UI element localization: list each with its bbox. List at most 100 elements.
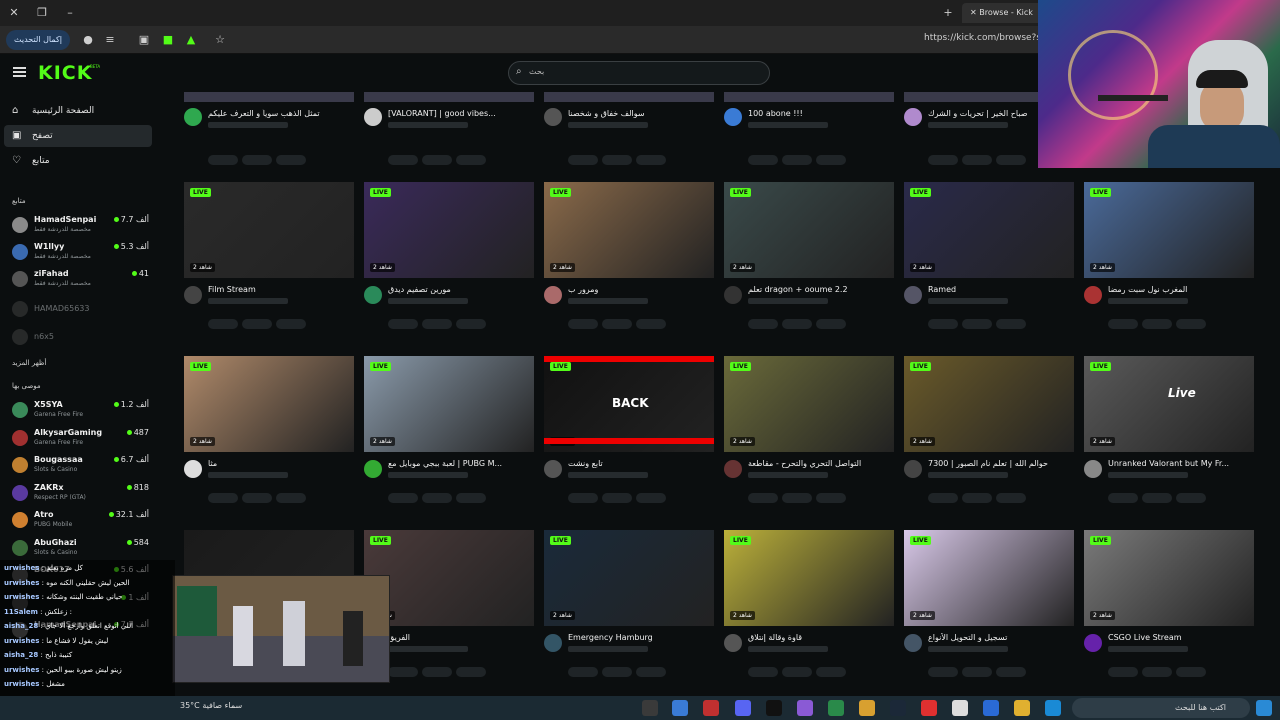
stream-title[interactable]: Film Stream xyxy=(208,285,354,294)
stream-thumbnail[interactable] xyxy=(364,92,534,102)
tag-chip[interactable] xyxy=(1142,319,1172,329)
tag-chip[interactable] xyxy=(456,155,486,165)
tag-chip[interactable] xyxy=(568,319,598,329)
stream-title[interactable]: قاوة وقالة إنتلاق xyxy=(748,633,894,642)
stream-card[interactable]: LIVE 2 شاهد Live Unranked Valorant but My F… xyxy=(1084,356,1254,516)
stream-title[interactable]: 100 abone !!! xyxy=(748,109,894,118)
stream-title[interactable]: تابع ونشت xyxy=(568,459,714,468)
tag-chip[interactable] xyxy=(928,493,958,503)
tag-chip[interactable] xyxy=(602,155,632,165)
streamer-avatar[interactable] xyxy=(364,286,382,304)
weather-widget[interactable]: 35°C سماء صافية xyxy=(180,701,242,710)
tag-chip[interactable] xyxy=(208,319,238,329)
streamer-avatar[interactable] xyxy=(544,634,562,652)
tag-chip[interactable] xyxy=(636,493,666,503)
tag-chip[interactable] xyxy=(568,667,598,677)
tag-chip[interactable] xyxy=(422,155,452,165)
file-explorer-icon[interactable] xyxy=(1014,700,1030,716)
discord-icon[interactable] xyxy=(735,700,751,716)
app-icon[interactable] xyxy=(672,700,688,716)
streamer-avatar[interactable] xyxy=(364,108,382,126)
streamer-avatar[interactable] xyxy=(184,460,202,478)
tag-chip[interactable] xyxy=(782,319,812,329)
stream-title[interactable]: Unranked Valorant but My Fr... xyxy=(1108,459,1254,468)
tag-chip[interactable] xyxy=(602,319,632,329)
tag-chip[interactable] xyxy=(748,319,778,329)
task-view-icon[interactable] xyxy=(642,700,658,716)
recommended-channel[interactable]: ZAKRx Respect RP (GTA) 818 xyxy=(0,480,160,506)
tag-chip[interactable] xyxy=(602,493,632,503)
stream-card[interactable]: LIVE 2 شاهد تسجيل و التحويل الأنواع xyxy=(904,530,1074,690)
stream-title[interactable]: ومرور ب xyxy=(568,285,714,294)
app-icon[interactable] xyxy=(766,700,782,716)
tag-chip[interactable] xyxy=(568,493,598,503)
tag-chip[interactable] xyxy=(242,155,272,165)
app-icon[interactable] xyxy=(797,700,813,716)
stream-thumbnail[interactable]: LIVE 2 شاهد xyxy=(364,356,534,452)
tag-chip[interactable] xyxy=(208,155,238,165)
stream-thumbnail[interactable]: LIVE 2 شاهد Live xyxy=(1084,356,1254,452)
update-button[interactable]: إكمال التحديث xyxy=(6,30,70,50)
stream-card[interactable]: LIVE 2 شاهد Ramed xyxy=(904,182,1074,342)
streamer-avatar[interactable] xyxy=(544,286,562,304)
nav-following[interactable]: ♡ متابع xyxy=(4,150,152,172)
stream-card[interactable]: LIVE2 شاهدBACK تابع ونشت xyxy=(544,356,714,516)
stream-card[interactable]: LIVE 2 شاهد المغرب نول سبت رمضا xyxy=(1084,182,1254,342)
recommended-channel[interactable]: Bougassaa Slots & Casino 6.7 ألف xyxy=(0,452,160,478)
favorite-star-icon[interactable]: ☆ xyxy=(212,32,228,48)
tag-chip[interactable] xyxy=(388,493,418,503)
tag-chip[interactable] xyxy=(782,493,812,503)
stream-thumbnail[interactable]: LIVE 2 شاهد xyxy=(1084,182,1254,278)
stream-card[interactable]: LIVE 2 شاهد Emergency Hamburg xyxy=(544,530,714,690)
stream-card[interactable]: LIVE 2 شاهد لعبة ببجي موبايل مع | PUBG M..… xyxy=(364,356,534,516)
stream-thumbnail[interactable]: LIVE 2 شاهد xyxy=(1084,530,1254,626)
stream-card[interactable]: سوالف خفاق و شخصنا xyxy=(544,92,714,165)
read-aloud-icon[interactable]: ≡ xyxy=(102,32,118,48)
app-icon[interactable] xyxy=(828,700,844,716)
tag-chip[interactable] xyxy=(816,493,846,503)
streamer-avatar[interactable] xyxy=(544,108,562,126)
stream-title[interactable]: الفريق xyxy=(388,633,534,642)
extension-icon[interactable]: ▣ xyxy=(136,32,152,48)
stream-title[interactable]: لعبة ببجي موبايل مع | PUBG M... xyxy=(388,459,534,468)
stream-thumbnail[interactable]: LIVE 2 شاهد xyxy=(184,182,354,278)
streamer-avatar[interactable] xyxy=(1084,286,1102,304)
tag-chip[interactable] xyxy=(276,493,306,503)
streamer-avatar[interactable] xyxy=(1084,634,1102,652)
tag-chip[interactable] xyxy=(996,667,1026,677)
streamer-avatar[interactable] xyxy=(724,108,742,126)
stream-card[interactable]: LIVE 2 شاهد قاوة وقالة إنتلاق xyxy=(724,530,894,690)
app-icon[interactable] xyxy=(921,700,937,716)
nav-browse[interactable]: ▣ تصفح xyxy=(4,125,152,147)
stream-title[interactable]: التواصل التحري والتحرح - مقاطعة xyxy=(748,459,894,468)
tag-chip[interactable] xyxy=(1142,667,1172,677)
recommended-channel[interactable]: AlkysarGaming Garena Free Fire 487 xyxy=(0,425,160,451)
url-field[interactable]: https://kick.com/browse?sort xyxy=(924,33,1054,43)
tag-chip[interactable] xyxy=(928,667,958,677)
profile-icon[interactable]: ● xyxy=(80,32,96,48)
stream-title[interactable]: المغرب نول سبت رمضا xyxy=(1108,285,1254,294)
streamer-avatar[interactable] xyxy=(904,286,922,304)
chrome-icon[interactable] xyxy=(859,700,875,716)
new-tab-icon[interactable]: + xyxy=(940,5,956,21)
stream-thumbnail[interactable]: LIVE 2 شاهد xyxy=(364,182,534,278)
tag-chip[interactable] xyxy=(242,319,272,329)
tag-chip[interactable] xyxy=(816,155,846,165)
stream-card[interactable]: [VALORANT] | good vibes... xyxy=(364,92,534,165)
kick-extension-icon[interactable]: ■ xyxy=(160,32,176,48)
tab-close-icon[interactable]: ✕ xyxy=(970,8,979,17)
stream-thumbnail[interactable]: LIVE 2 شاهد xyxy=(544,530,714,626)
minimize-window-icon[interactable]: – xyxy=(62,5,78,21)
stream-title[interactable]: سوالف خفاق و شخصنا xyxy=(568,109,714,118)
restore-window-icon[interactable]: ❐ xyxy=(34,5,50,21)
edge-icon[interactable] xyxy=(1045,700,1061,716)
stream-thumbnail[interactable]: LIVE 2 شاهد xyxy=(904,530,1074,626)
steam-icon[interactable] xyxy=(890,700,906,716)
recommended-channel[interactable]: Atro PUBG Mobile 32.1 ألف xyxy=(0,507,160,533)
streamer-avatar[interactable] xyxy=(904,108,922,126)
stream-card[interactable]: LIVE 2 شاهد التواصل التحري والتحرح - مقاطع… xyxy=(724,356,894,516)
taskbar-search[interactable]: اكتب هنا للبحث xyxy=(1072,698,1250,718)
stream-thumbnail[interactable]: LIVE 2 شاهد xyxy=(724,356,894,452)
tag-chip[interactable] xyxy=(962,493,992,503)
tag-chip[interactable] xyxy=(996,319,1026,329)
